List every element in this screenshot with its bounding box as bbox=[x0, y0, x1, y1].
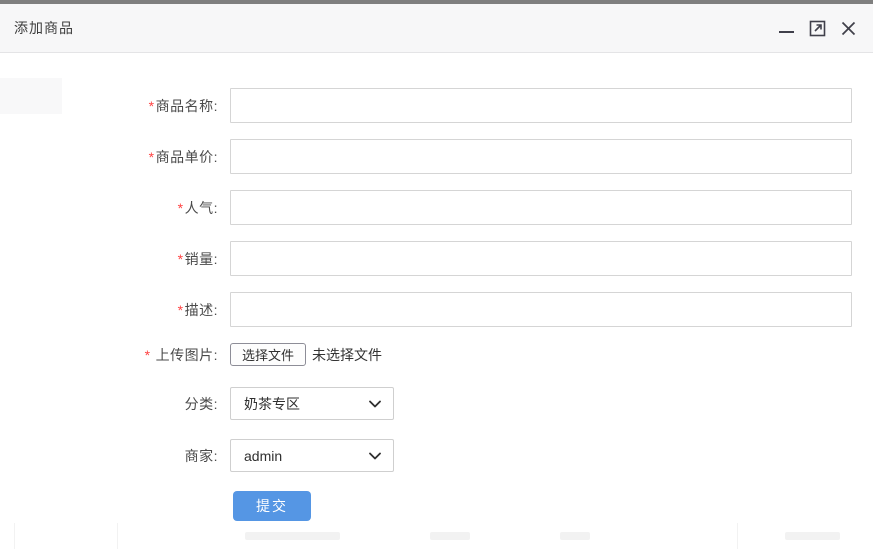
minimize-icon bbox=[778, 31, 794, 33]
required-mark: * bbox=[177, 250, 184, 267]
form-row-price: *商品单价: bbox=[0, 139, 873, 174]
form-row-popularity: *人气: bbox=[0, 190, 873, 225]
window-controls bbox=[777, 19, 857, 37]
sales-label: *销量: bbox=[177, 250, 218, 267]
desc-input[interactable] bbox=[230, 292, 852, 327]
merchant-selected-value: admin bbox=[244, 447, 283, 464]
popularity-label: *人气: bbox=[177, 199, 218, 216]
form-row-submit: 提交 bbox=[0, 491, 873, 521]
close-button[interactable] bbox=[839, 19, 857, 37]
minimize-button[interactable] bbox=[777, 19, 795, 37]
sales-input[interactable] bbox=[230, 241, 852, 276]
form-row-name: *商品名称: bbox=[0, 88, 873, 123]
form-row-category: 分类: 奶茶专区 bbox=[0, 387, 873, 420]
required-mark: * bbox=[144, 346, 151, 363]
price-input[interactable] bbox=[230, 139, 852, 174]
choose-file-button[interactable]: 选择文件 bbox=[230, 343, 307, 366]
chevron-down-icon bbox=[369, 400, 381, 407]
dialog-title: 添加商品 bbox=[14, 20, 74, 36]
required-mark: * bbox=[148, 148, 155, 165]
required-mark: * bbox=[177, 199, 184, 216]
category-select[interactable]: 奶茶专区 bbox=[230, 387, 394, 420]
file-status-text: 未选择文件 bbox=[312, 346, 383, 363]
form-row-merchant: 商家: admin bbox=[0, 439, 873, 472]
add-product-form: *商品名称: *商品单价: *人气: *销量: *描述: * 上传图片: 选择文件… bbox=[0, 53, 873, 537]
popularity-input[interactable] bbox=[230, 190, 852, 225]
price-label: *商品单价: bbox=[148, 148, 218, 165]
category-selected-value: 奶茶专区 bbox=[244, 395, 300, 412]
name-input[interactable] bbox=[230, 88, 852, 123]
name-label: *商品名称: bbox=[148, 97, 218, 114]
submit-button[interactable]: 提交 bbox=[233, 491, 311, 521]
expand-icon bbox=[809, 20, 825, 36]
form-row-sales: *销量: bbox=[0, 241, 873, 276]
category-label: 分类: bbox=[184, 395, 218, 412]
form-row-image: * 上传图片: 选择文件 未选择文件 bbox=[0, 343, 873, 366]
desc-label: *描述: bbox=[177, 301, 218, 318]
merchant-select[interactable]: admin bbox=[230, 439, 394, 472]
form-row-desc: *描述: bbox=[0, 292, 873, 327]
chevron-down-icon bbox=[369, 452, 381, 459]
dialog-header: 添加商品 bbox=[0, 4, 873, 53]
required-mark: * bbox=[177, 301, 184, 318]
maximize-button[interactable] bbox=[808, 19, 826, 37]
required-mark: * bbox=[148, 97, 155, 114]
merchant-label: 商家: bbox=[184, 447, 218, 464]
close-icon bbox=[841, 21, 855, 35]
image-label: * 上传图片: bbox=[144, 346, 218, 363]
